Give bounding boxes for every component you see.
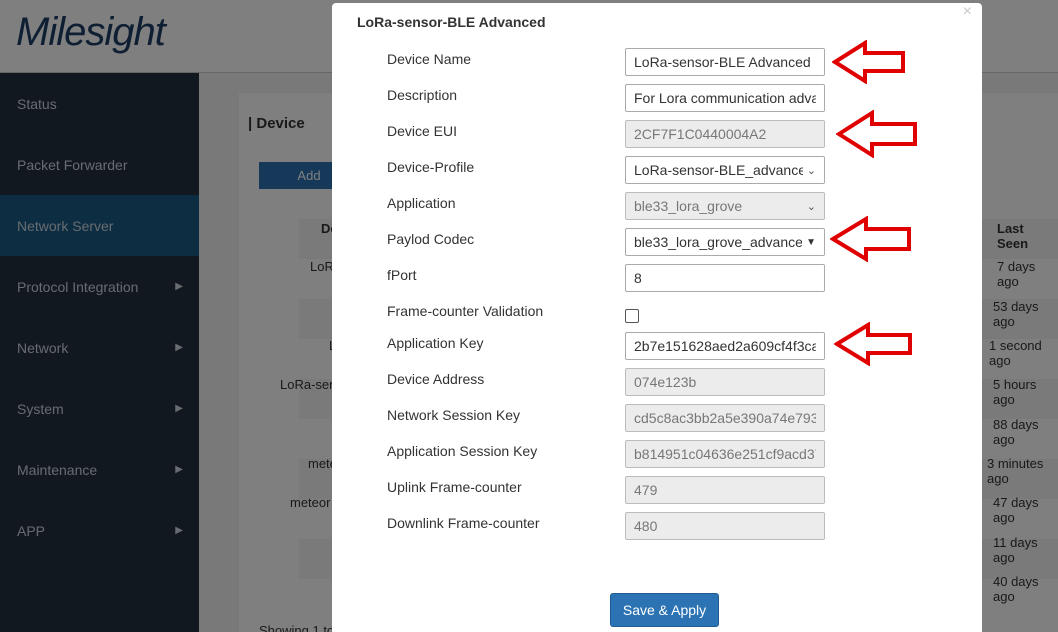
frame-counter-validation-label: Frame-counter Validation xyxy=(387,303,544,319)
application-select: ble33_lora_grove ⌄ xyxy=(625,192,825,220)
application-key-label: Application Key xyxy=(387,335,484,351)
device-address-value: 074e123b xyxy=(634,374,697,390)
device-address-label: Device Address xyxy=(387,371,485,387)
device-address-input: 074e123b xyxy=(625,368,825,396)
close-icon[interactable]: × xyxy=(963,3,972,21)
modal-title: LoRa-sensor-BLE Advanced xyxy=(357,14,546,30)
uplink-frame-counter-input: 479 xyxy=(625,476,825,504)
left-arrow-annotation-icon xyxy=(834,322,912,366)
application-session-key-value: b814951c04636e251cf9acd37d xyxy=(634,446,816,462)
downlink-frame-counter-input: 480 xyxy=(625,512,825,540)
dropdown-triangle-icon: ▼ xyxy=(806,236,816,248)
application-key-input[interactable]: 2b7e151628aed2a609cf4f3cabf xyxy=(625,332,825,360)
frame-counter-validation-checkbox[interactable] xyxy=(625,309,639,323)
network-session-key-input: cd5c8ac3bb2a5e390a74e79301 xyxy=(625,404,825,432)
downlink-frame-counter-label: Downlink Frame-counter xyxy=(387,515,540,531)
application-label: Application xyxy=(387,195,456,211)
application-key-value: 2b7e151628aed2a609cf4f3cabf xyxy=(634,338,816,354)
downlink-frame-counter-value: 480 xyxy=(634,518,658,534)
chevron-down-icon: ⌄ xyxy=(806,200,816,213)
save-apply-button[interactable]: Save & Apply xyxy=(610,593,719,627)
application-value: ble33_lora_grove xyxy=(634,198,743,214)
device-eui-value: 2CF7F1C0440004A2 xyxy=(634,126,767,142)
left-arrow-annotation-icon xyxy=(830,216,911,262)
fport-value: 8 xyxy=(634,270,642,286)
description-input[interactable]: For Lora communication advance xyxy=(625,84,825,112)
uplink-frame-counter-value: 479 xyxy=(634,482,658,498)
payload-codec-label: Paylod Codec xyxy=(387,231,475,247)
left-arrow-annotation-icon xyxy=(832,40,905,84)
device-eui-label: Device EUI xyxy=(387,123,458,139)
device-edit-modal: LoRa-sensor-BLE Advanced × Device Name L… xyxy=(332,3,982,632)
application-session-key-input: b814951c04636e251cf9acd37d xyxy=(625,440,825,468)
description-value: For Lora communication advance xyxy=(634,90,816,106)
device-name-label: Device Name xyxy=(387,51,472,67)
uplink-frame-counter-label: Uplink Frame-counter xyxy=(387,479,522,495)
network-session-key-label: Network Session Key xyxy=(387,407,521,423)
application-session-key-label: Application Session Key xyxy=(387,443,538,459)
device-profile-label: Device-Profile xyxy=(387,159,475,175)
description-label: Description xyxy=(387,87,458,103)
payload-codec-value: ble33_lora_grove_advanced xyxy=(634,234,803,250)
network-session-key-value: cd5c8ac3bb2a5e390a74e79301 xyxy=(634,410,816,426)
device-profile-select[interactable]: LoRa-sensor-BLE_advanced ⌄ xyxy=(625,156,825,184)
device-name-input[interactable]: LoRa-sensor-BLE Advanced xyxy=(625,48,825,76)
left-arrow-annotation-icon xyxy=(836,110,917,158)
device-profile-value: LoRa-sensor-BLE_advanced xyxy=(634,162,803,178)
payload-codec-select[interactable]: ble33_lora_grove_advanced ▼ xyxy=(625,228,825,256)
fport-input[interactable]: 8 xyxy=(625,264,825,292)
fport-label: fPort xyxy=(387,267,417,283)
device-name-value: LoRa-sensor-BLE Advanced xyxy=(634,54,811,70)
chevron-down-icon: ⌄ xyxy=(806,164,816,177)
device-eui-input: 2CF7F1C0440004A2 xyxy=(625,120,825,148)
